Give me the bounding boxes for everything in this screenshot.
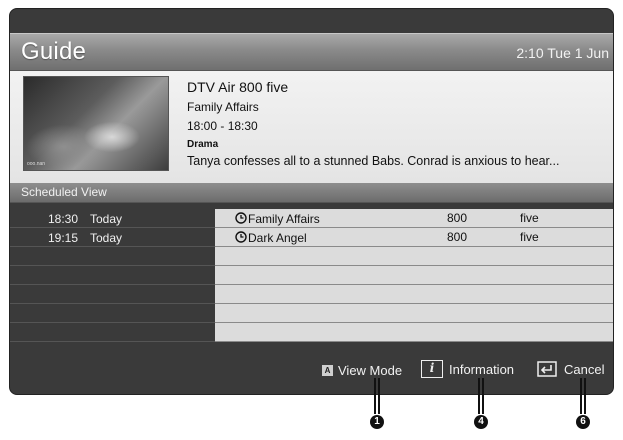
cancel-button[interactable]: Cancel xyxy=(537,361,604,377)
empty-row-right xyxy=(215,304,613,323)
scheduled-view-header: Scheduled View xyxy=(10,183,613,203)
schedule-row-programme[interactable]: Dark Angel 800 five xyxy=(215,228,613,247)
footer-bar: A View Mode i Information Cancel xyxy=(10,349,613,394)
channel-name: DTV Air 800 five xyxy=(187,79,289,95)
empty-schedule-row xyxy=(10,285,613,304)
schedule-day: Today xyxy=(90,212,123,226)
schedule-programme: Dark Angel xyxy=(248,231,307,245)
schedule-time: 19:15 xyxy=(47,231,78,245)
empty-schedule-row xyxy=(10,247,613,266)
schedule-day: Today xyxy=(90,231,123,245)
programme-time: 18:00 - 18:30 xyxy=(187,119,258,133)
empty-row-right xyxy=(215,266,613,285)
callout-stem xyxy=(374,378,380,414)
callout-number: 1 xyxy=(370,415,384,429)
callout-number: 6 xyxy=(576,415,590,429)
callout-information: 4 xyxy=(474,378,488,438)
schedule-channel-number: 800 xyxy=(447,230,468,244)
programme-info-panel: ooo.nan DTV Air 800 five Family Affairs … xyxy=(10,71,613,183)
schedule-row[interactable]: 18:30 Today Family Affairs 800 five xyxy=(10,209,613,228)
information-button[interactable]: i Information xyxy=(421,360,514,378)
scheduled-view-label: Scheduled View xyxy=(21,185,107,199)
empty-schedule-row xyxy=(10,323,613,342)
schedule-row-datetime: 18:30 Today xyxy=(10,209,215,228)
tv-screen: Guide 2:10 Tue 1 Jun ooo.nan DTV Air 800… xyxy=(9,8,614,395)
schedule-list: 18:30 Today Family Affairs 800 five 19:1… xyxy=(10,209,613,345)
empty-row-left xyxy=(10,323,215,342)
a-key-icon: A xyxy=(322,365,333,376)
clock-icon xyxy=(235,212,247,224)
clock-display: 2:10 Tue 1 Jun xyxy=(516,45,609,61)
cancel-label: Cancel xyxy=(564,361,605,377)
callout-cancel: 6 xyxy=(576,378,590,438)
schedule-row-programme[interactable]: Family Affairs 800 five xyxy=(215,209,613,228)
title-bar: Guide 2:10 Tue 1 Jun xyxy=(10,33,613,71)
programme-name: Family Affairs xyxy=(187,100,259,114)
view-mode-button[interactable]: A View Mode xyxy=(322,363,402,378)
empty-row-left xyxy=(10,304,215,323)
callout-stem xyxy=(580,378,586,414)
callout-stem xyxy=(478,378,484,414)
schedule-row-datetime: 19:15 Today xyxy=(10,228,215,247)
page-title: Guide xyxy=(21,38,87,65)
empty-row-right xyxy=(215,323,613,342)
schedule-channel-number: 800 xyxy=(447,211,468,225)
schedule-channel-name: five xyxy=(520,230,539,244)
empty-schedule-row xyxy=(10,266,613,285)
programme-synopsis: Tanya confesses all to a stunned Babs. C… xyxy=(187,154,560,168)
empty-row-left xyxy=(10,285,215,304)
info-key-icon: i xyxy=(421,360,443,378)
information-label: Information xyxy=(449,361,515,377)
schedule-channel-name: five xyxy=(520,211,539,225)
schedule-row[interactable]: 19:15 Today Dark Angel 800 five xyxy=(10,228,613,247)
empty-row-left xyxy=(10,247,215,266)
empty-row-right xyxy=(215,285,613,304)
empty-schedule-row xyxy=(10,304,613,323)
return-icon xyxy=(537,361,557,377)
thumbnail-badge: ooo.nan xyxy=(27,161,46,167)
programme-genre: Drama xyxy=(187,139,219,150)
programme-thumbnail: ooo.nan xyxy=(23,76,169,171)
view-mode-label: View Mode xyxy=(338,363,403,378)
callout-view-mode: 1 xyxy=(370,378,384,438)
clock-icon xyxy=(235,231,247,243)
empty-row-left xyxy=(10,266,215,285)
schedule-programme: Family Affairs xyxy=(248,212,320,226)
callout-number: 4 xyxy=(474,415,488,429)
empty-row-right xyxy=(215,247,613,266)
schedule-time: 18:30 xyxy=(47,212,78,226)
